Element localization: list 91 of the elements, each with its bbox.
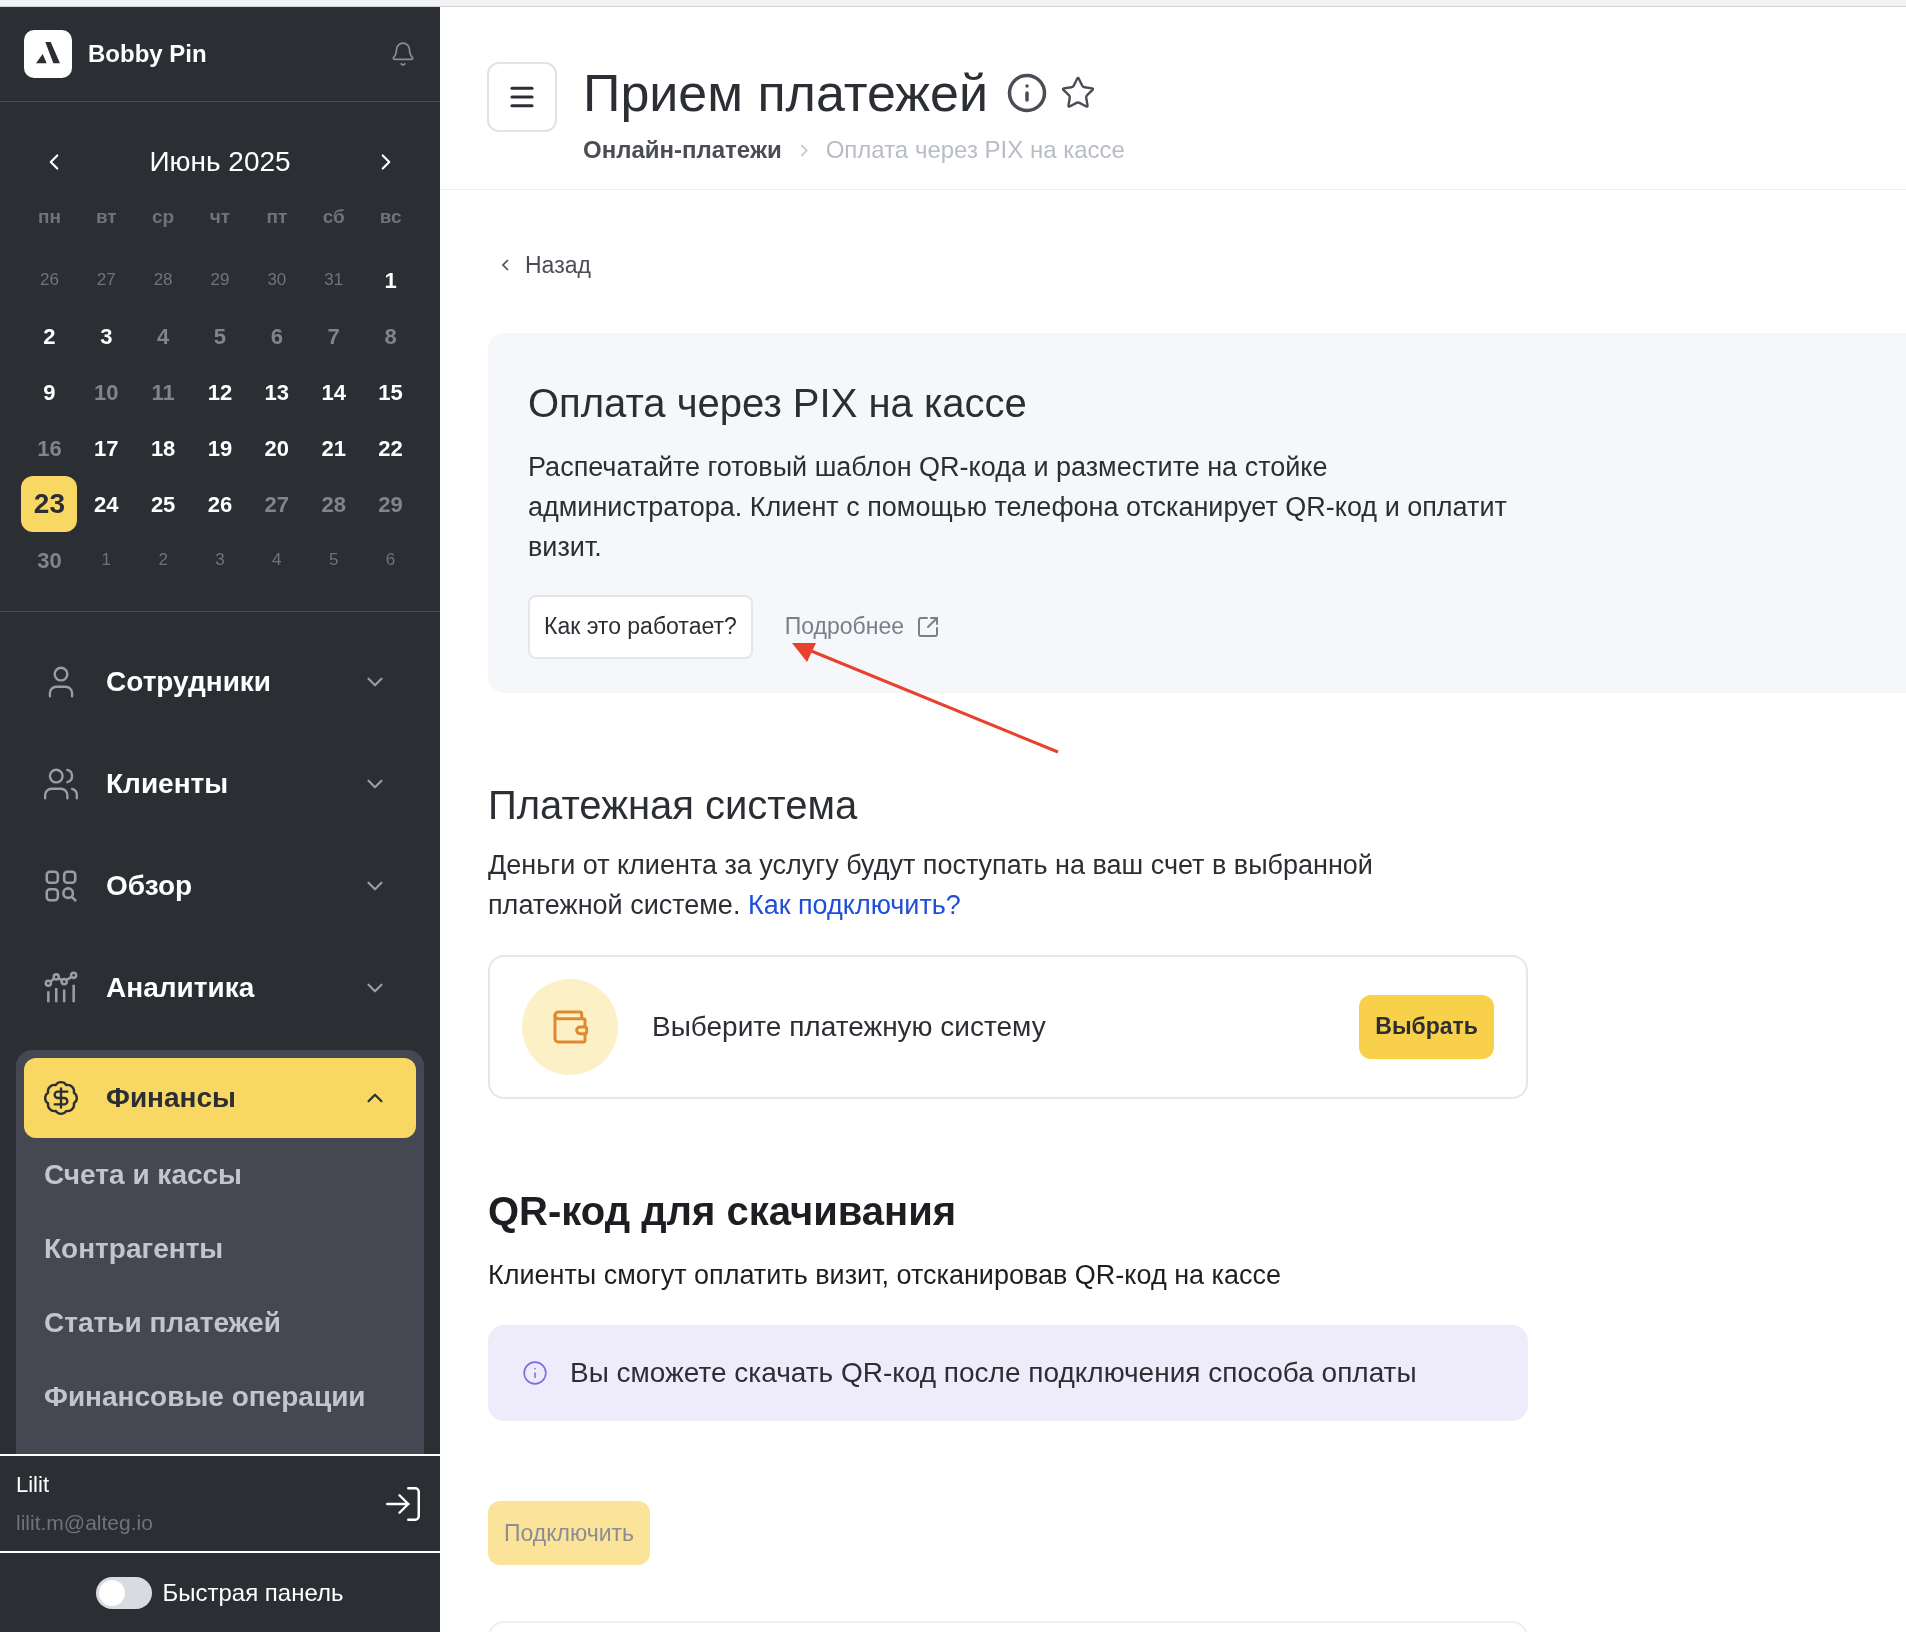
calendar-day[interactable]: 11 bbox=[135, 364, 192, 420]
sidebar-menu-item[interactable]: Обзор bbox=[24, 846, 416, 926]
sidebar-menu-item[interactable]: Аналитика bbox=[24, 948, 416, 1028]
user-email: lilit.m@alteg.io bbox=[16, 1510, 153, 1537]
weekday-label: пн bbox=[37, 204, 61, 229]
calendar-day[interactable]: 5 bbox=[192, 308, 248, 364]
calendar-day[interactable]: 10 bbox=[78, 364, 135, 420]
calendar-day[interactable]: 18 bbox=[135, 420, 192, 476]
submenu-item[interactable]: Счета и кассы bbox=[44, 1154, 242, 1196]
calendar-month: Июнь 2025 bbox=[149, 145, 291, 179]
calendar-day[interactable]: 26 bbox=[192, 476, 248, 532]
sidebar-menu-item[interactable]: Сотрудники bbox=[24, 642, 416, 722]
payment-system-prompt: Выберите платежную систему bbox=[652, 1009, 1046, 1044]
calendar-day[interactable]: 8 bbox=[362, 308, 419, 364]
submenu-item[interactable]: Статьи платежей bbox=[44, 1302, 281, 1344]
user-name: Lilit bbox=[16, 1471, 50, 1500]
star-icon[interactable] bbox=[1060, 75, 1097, 111]
qr-text: Клиенты смогут оплатить визит, отсканировав QR-код на кассе bbox=[488, 1258, 1282, 1292]
calendar-day[interactable]: 28 bbox=[305, 476, 362, 532]
how-to-connect-link[interactable]: Как подключить? bbox=[747, 889, 961, 920]
calendar-day[interactable]: 13 bbox=[248, 364, 305, 420]
calendar-day[interactable]: 16 bbox=[21, 420, 78, 476]
sidebar-menu-item[interactable]: Клиенты bbox=[24, 744, 416, 824]
calendar-day[interactable]: 30 bbox=[248, 252, 305, 308]
quick-panel-toggle[interactable] bbox=[96, 1576, 153, 1609]
how-it-works-button[interactable]: Как это работает? bbox=[528, 594, 753, 659]
more-link[interactable]: Подробнее bbox=[784, 609, 941, 644]
calendar-day[interactable]: 25 bbox=[135, 476, 192, 532]
menu-item-icon bbox=[42, 1079, 80, 1117]
info-icon bbox=[522, 1360, 548, 1386]
calendar-day[interactable]: 22 bbox=[362, 420, 419, 476]
calendar-day[interactable]: 28 bbox=[135, 252, 192, 308]
calendar-day[interactable]: 29 bbox=[362, 476, 419, 532]
calendar-day[interactable]: 23 bbox=[21, 476, 78, 532]
calendar-day[interactable]: 4 bbox=[248, 532, 305, 588]
logo-icon bbox=[24, 30, 72, 78]
calendar-day[interactable]: 29 bbox=[192, 252, 248, 308]
choose-button[interactable]: Выбрать bbox=[1359, 994, 1494, 1059]
calendar-day[interactable]: 1 bbox=[78, 532, 135, 588]
calendar-day[interactable]: 2 bbox=[135, 532, 192, 588]
submenu-item[interactable]: Контрагенты bbox=[44, 1228, 224, 1270]
calendar-day[interactable]: 30 bbox=[21, 532, 78, 588]
intro-text: Распечатайте готовый шаблон QR-кода и разместите на стойке администратора. Клиент с помощью телефона отсканирует QR-код и оплатит визит. bbox=[528, 450, 1508, 564]
calendar-day[interactable]: 15 bbox=[362, 364, 419, 420]
weekday-label: пт bbox=[266, 204, 288, 229]
page-title: Прием платежей bbox=[583, 63, 989, 124]
weekday-label: чт bbox=[209, 204, 231, 229]
calendar-day[interactable]: 12 bbox=[192, 364, 248, 420]
calendar-day[interactable]: 6 bbox=[248, 308, 305, 364]
calendar-day[interactable]: 3 bbox=[78, 308, 135, 364]
bell-icon[interactable] bbox=[390, 41, 416, 67]
sidebar-menu-item[interactable]: Финансы bbox=[24, 1058, 416, 1138]
calendar-day[interactable]: 4 bbox=[135, 308, 192, 364]
payment-system-text: Деньги от клиента за услугу будут поступать на ваш счет в выбранной платежной системе. Как подключить? bbox=[488, 848, 1374, 922]
back-link[interactable]: Назад bbox=[502, 248, 1906, 283]
calendar-day[interactable]: 24 bbox=[78, 476, 135, 532]
menu-button[interactable] bbox=[487, 62, 557, 132]
qr-title: QR-код для скачивания bbox=[488, 1187, 958, 1235]
intro-title: Оплата через PIX на кассе bbox=[528, 379, 1028, 427]
weekday-label: вт bbox=[95, 204, 117, 229]
calendar-day[interactable]: 2 bbox=[21, 308, 78, 364]
external-link-icon bbox=[916, 614, 941, 639]
info-icon[interactable] bbox=[1006, 72, 1049, 114]
calendar-day[interactable]: 7 bbox=[305, 308, 362, 364]
calendar-day[interactable]: 21 bbox=[305, 420, 362, 476]
calendar-day[interactable]: 20 bbox=[248, 420, 305, 476]
calendar-day[interactable]: 27 bbox=[78, 252, 135, 308]
weekday-label: сб bbox=[322, 204, 345, 229]
company-name: Bobby Pin bbox=[88, 39, 207, 69]
breadcrumb[interactable]: Онлайн-платежи bbox=[583, 132, 782, 168]
calendar-day[interactable]: 17 bbox=[78, 420, 135, 476]
qr-notice-text: Вы сможете скачать QR-код после подключения способа оплаты bbox=[570, 1356, 1417, 1390]
calendar-day[interactable]: 14 bbox=[305, 364, 362, 420]
payment-system-title: Платежная система bbox=[488, 781, 859, 829]
calendar-day[interactable]: 27 bbox=[248, 476, 305, 532]
calendar-day[interactable]: 31 bbox=[305, 252, 362, 308]
menu-item-icon bbox=[42, 867, 80, 905]
weekday-label: вс bbox=[379, 204, 402, 229]
breadcrumb: Оплата через PIX на кассе bbox=[825, 135, 1125, 165]
breadcrumb-separator-icon bbox=[799, 143, 808, 157]
calendar-day[interactable]: 1 bbox=[362, 252, 419, 308]
weekday-label: ср bbox=[152, 204, 175, 229]
calendar-day[interactable]: 19 bbox=[192, 420, 248, 476]
calendar-day[interactable]: 6 bbox=[362, 532, 419, 588]
quick-panel-label: Быстрая панель bbox=[162, 1577, 344, 1608]
back-chevron-icon bbox=[502, 259, 509, 272]
calendar-day[interactable]: 26 bbox=[21, 252, 78, 308]
calendar-day[interactable]: 9 bbox=[21, 364, 78, 420]
calendar-day[interactable]: 3 bbox=[192, 532, 248, 588]
submenu-item[interactable]: Финансовые операции bbox=[44, 1376, 366, 1418]
calendar-day[interactable]: 5 bbox=[305, 532, 362, 588]
